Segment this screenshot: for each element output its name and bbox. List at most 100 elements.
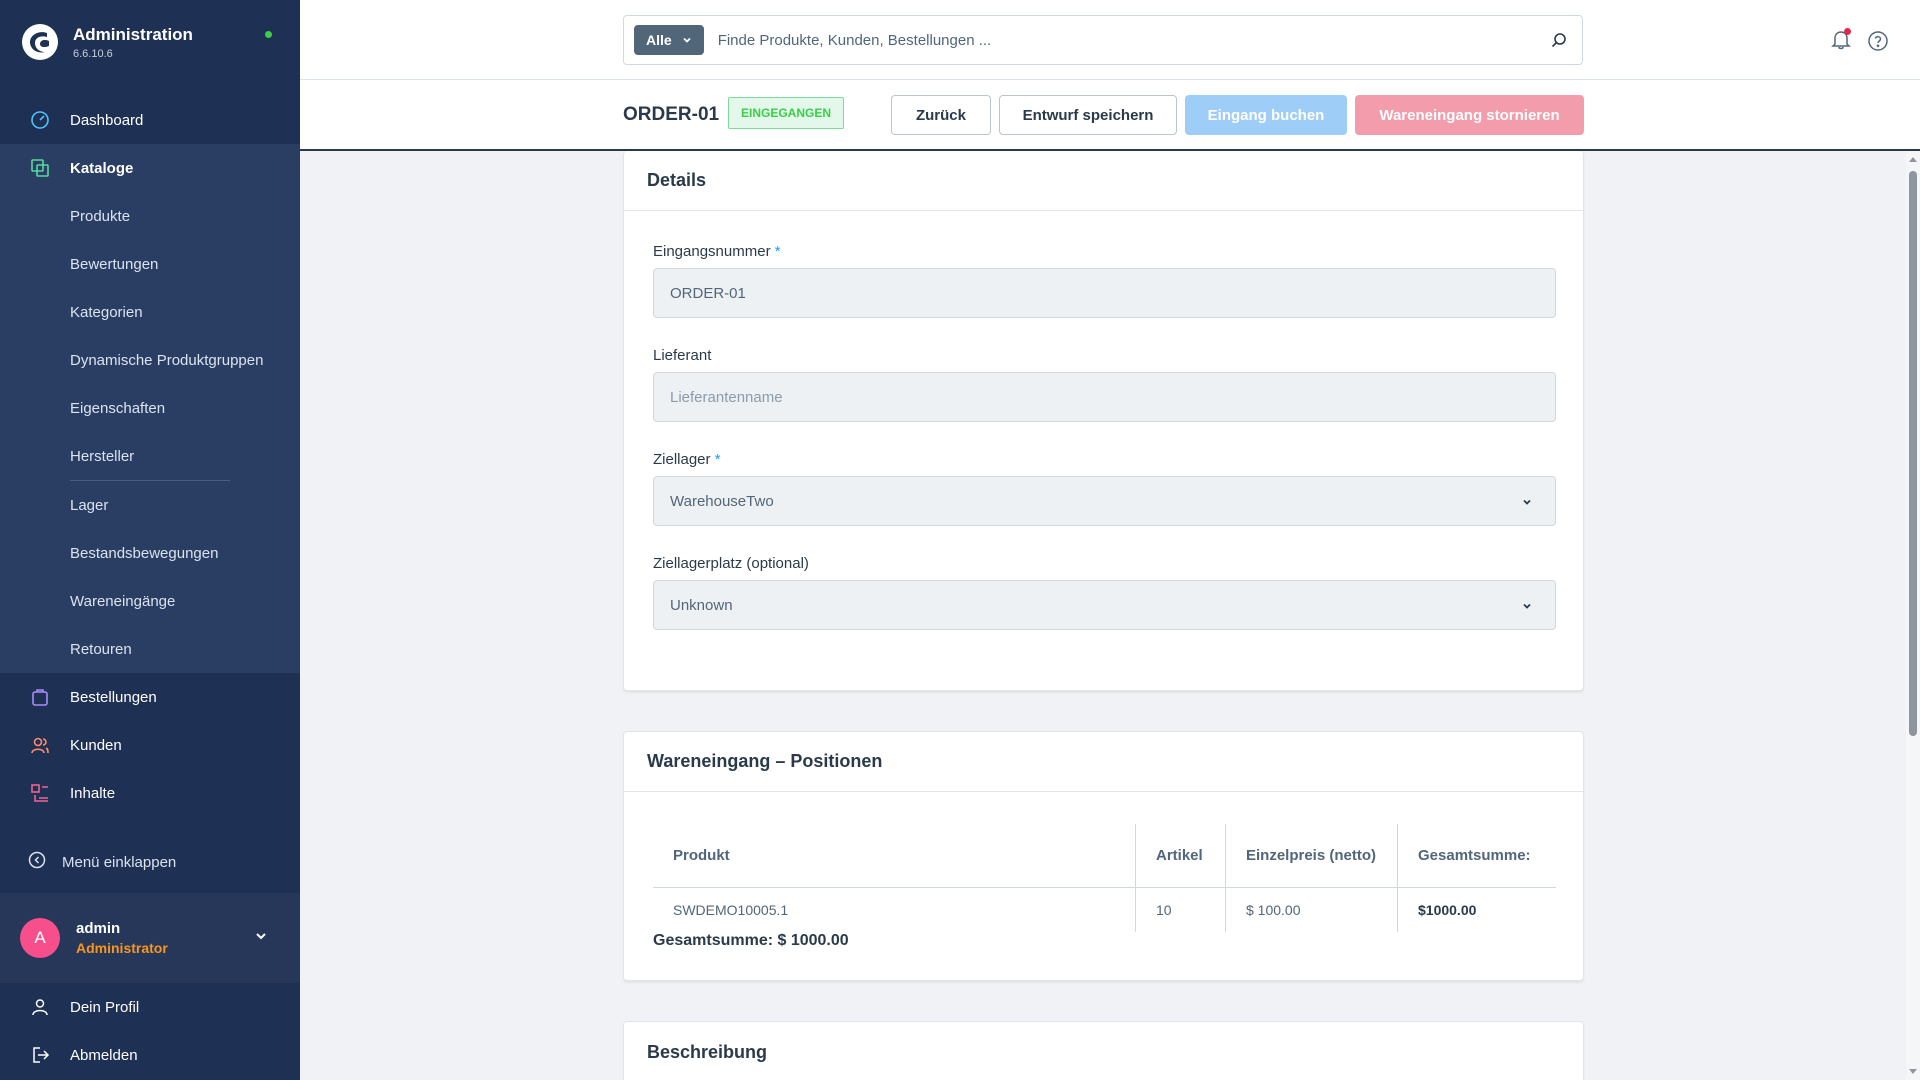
bottom-nav: Dein Profil Abmelden <box>0 983 300 1079</box>
search-icon[interactable] <box>1550 31 1568 49</box>
cell-total: $1000.00 <box>1397 888 1556 932</box>
nav-dashboard[interactable]: Dashboard <box>0 96 300 144</box>
column-header-quantity[interactable]: Artikel <box>1135 824 1225 887</box>
avatar: A <box>20 918 60 958</box>
sidebar: Administration 6.6.10.6 Dashboard Katalo… <box>0 0 300 1080</box>
required-marker: * <box>714 451 721 468</box>
global-search: Alle <box>623 15 1583 65</box>
nav-catalogs-label: Kataloge <box>70 159 134 177</box>
description-card: Beschreibung <box>623 1021 1584 1080</box>
sub-item-kategorien[interactable]: Kategorien <box>0 288 300 336</box>
sub-item-dynamische-produktgruppen[interactable]: Dynamische Produktgruppen <box>0 336 300 384</box>
book-receipt-button[interactable]: Eingang buchen <box>1185 95 1347 135</box>
target-warehouse-label: Ziellager * <box>653 451 1556 468</box>
search-scope-label: Alle <box>646 32 672 48</box>
sub-item-bewertungen[interactable]: Bewertungen <box>0 240 300 288</box>
nav-logout[interactable]: Abmelden <box>0 1031 300 1079</box>
target-bin-field: Ziellagerplatz (optional) Unknown <box>653 555 1556 630</box>
target-warehouse-field: Ziellager * WarehouseTwo <box>653 451 1556 526</box>
details-card: Details Eingangsnummer * ORDER-01 Liefer… <box>623 151 1584 691</box>
nav-profile-label: Dein Profil <box>70 998 140 1016</box>
description-header: Beschreibung <box>647 1041 768 1062</box>
positions-table: Produkt Artikel Einzelpreis (netto) Gesa… <box>653 824 1556 932</box>
nav-content[interactable]: Inhalte <box>0 769 300 817</box>
sub-item-bestandsbewegungen[interactable]: Bestandsbewegungen <box>0 529 300 577</box>
dashboard-icon <box>28 108 52 132</box>
collapse-label: Menü einklappen <box>62 853 177 871</box>
sub-item-lager[interactable]: Lager <box>0 481 300 529</box>
chevron-down-icon <box>1521 599 1533 616</box>
column-header-total[interactable]: Gesamtsumme: <box>1397 824 1556 887</box>
nav-logout-label: Abmelden <box>70 1046 138 1064</box>
chevron-down-icon <box>682 32 692 48</box>
receipt-number-input[interactable]: ORDER-01 <box>653 268 1556 318</box>
target-warehouse-select[interactable]: WarehouseTwo <box>653 476 1556 526</box>
column-header-product[interactable]: Produkt <box>653 824 1135 887</box>
scroll-up-arrow-icon[interactable] <box>1909 157 1917 162</box>
nav-dashboard-label: Dashboard <box>70 111 144 129</box>
cell-product: SWDEMO10005.1 <box>673 902 789 918</box>
details-header: Details <box>624 151 1583 211</box>
shopware-logo-icon[interactable] <box>22 24 58 60</box>
column-header-unit-price[interactable]: Einzelpreis (netto) <box>1225 824 1397 887</box>
back-button[interactable]: Zurück <box>891 95 991 135</box>
brand-title: Administration <box>73 24 193 44</box>
nav-orders-label: Bestellungen <box>70 688 157 706</box>
target-warehouse-label-text: Ziellager <box>653 451 711 468</box>
nav-orders[interactable]: Bestellungen <box>0 673 300 721</box>
collapse-icon <box>28 851 46 873</box>
search-input[interactable] <box>717 31 1550 49</box>
sub-item-wareneingaenge[interactable]: Wareneingänge <box>0 577 300 625</box>
receipt-number-field: Eingangsnummer * ORDER-01 <box>653 243 1556 318</box>
save-draft-button[interactable]: Entwurf speichern <box>999 95 1177 135</box>
receipt-number-label: Eingangsnummer * <box>653 243 1556 260</box>
cell-unit-price: $ 100.00 <box>1225 888 1397 932</box>
nav-customers[interactable]: Kunden <box>0 721 300 769</box>
catalog-icon <box>28 156 52 180</box>
search-scope-select[interactable]: Alle <box>634 25 704 55</box>
nav-catalogs[interactable]: Kataloge <box>0 144 300 192</box>
top-bar: Alle <box>300 0 1920 80</box>
table-header-row: Produkt Artikel Einzelpreis (netto) Gesa… <box>653 824 1556 888</box>
page-title: ORDER-01 <box>623 104 720 125</box>
scrollbar-thumb[interactable] <box>1909 171 1917 736</box>
required-marker: * <box>774 243 781 260</box>
user-name: admin <box>76 920 121 937</box>
positions-header: Wareneingang – Positionen <box>624 732 1583 792</box>
brand: Administration 6.6.10.6 <box>0 0 300 84</box>
users-icon <box>28 733 52 757</box>
notification-dot <box>1844 28 1851 35</box>
chevron-down-icon <box>1521 495 1533 512</box>
sub-item-hersteller[interactable]: Hersteller <box>0 432 300 480</box>
supplier-label: Lieferant <box>653 347 712 364</box>
bag-icon <box>28 685 52 709</box>
table-row: SWDEMO10005.1 10 $ 100.00 $1000.00 <box>653 888 1556 932</box>
brand-version: 6.6.10.6 <box>73 47 113 60</box>
chevron-down-icon[interactable] <box>254 929 268 948</box>
nav-profile[interactable]: Dein Profil <box>0 983 300 1031</box>
page-scrollbar[interactable] <box>1906 151 1920 1080</box>
collapse-menu-button[interactable]: Menü einklappen <box>0 838 300 886</box>
supplier-field: Lieferant Lieferantenname <box>653 347 1556 422</box>
cell-quantity: 10 <box>1135 888 1225 932</box>
positions-card: Wareneingang – Positionen Produkt Artike… <box>623 731 1584 981</box>
target-bin-value: Unknown <box>670 596 733 614</box>
user-menu[interactable]: A admin Administrator <box>0 893 300 983</box>
sub-item-eigenschaften[interactable]: Eigenschaften <box>0 384 300 432</box>
help-icon[interactable] <box>1867 30 1889 57</box>
scroll-down-arrow-icon[interactable] <box>1909 1069 1917 1074</box>
catalog-submenu: Produkte Bewertungen Kategorien Dynamisc… <box>0 192 300 673</box>
online-status-indicator <box>265 31 272 38</box>
target-bin-label: Ziellagerplatz (optional) <box>653 555 809 572</box>
content-icon <box>28 781 52 805</box>
sub-item-produkte[interactable]: Produkte <box>0 192 300 240</box>
supplier-input[interactable]: Lieferantenname <box>653 372 1556 422</box>
status-badge: EINGEGANGEN <box>728 97 845 129</box>
logout-icon <box>28 1043 52 1067</box>
target-warehouse-value: WarehouseTwo <box>670 492 774 510</box>
sub-item-retouren[interactable]: Retouren <box>0 625 300 673</box>
target-bin-select[interactable]: Unknown <box>653 580 1556 630</box>
user-role: Administrator <box>76 940 168 956</box>
cancel-receipt-button[interactable]: Wareneingang stornieren <box>1355 95 1584 135</box>
notifications-bell-icon[interactable] <box>1830 28 1852 55</box>
